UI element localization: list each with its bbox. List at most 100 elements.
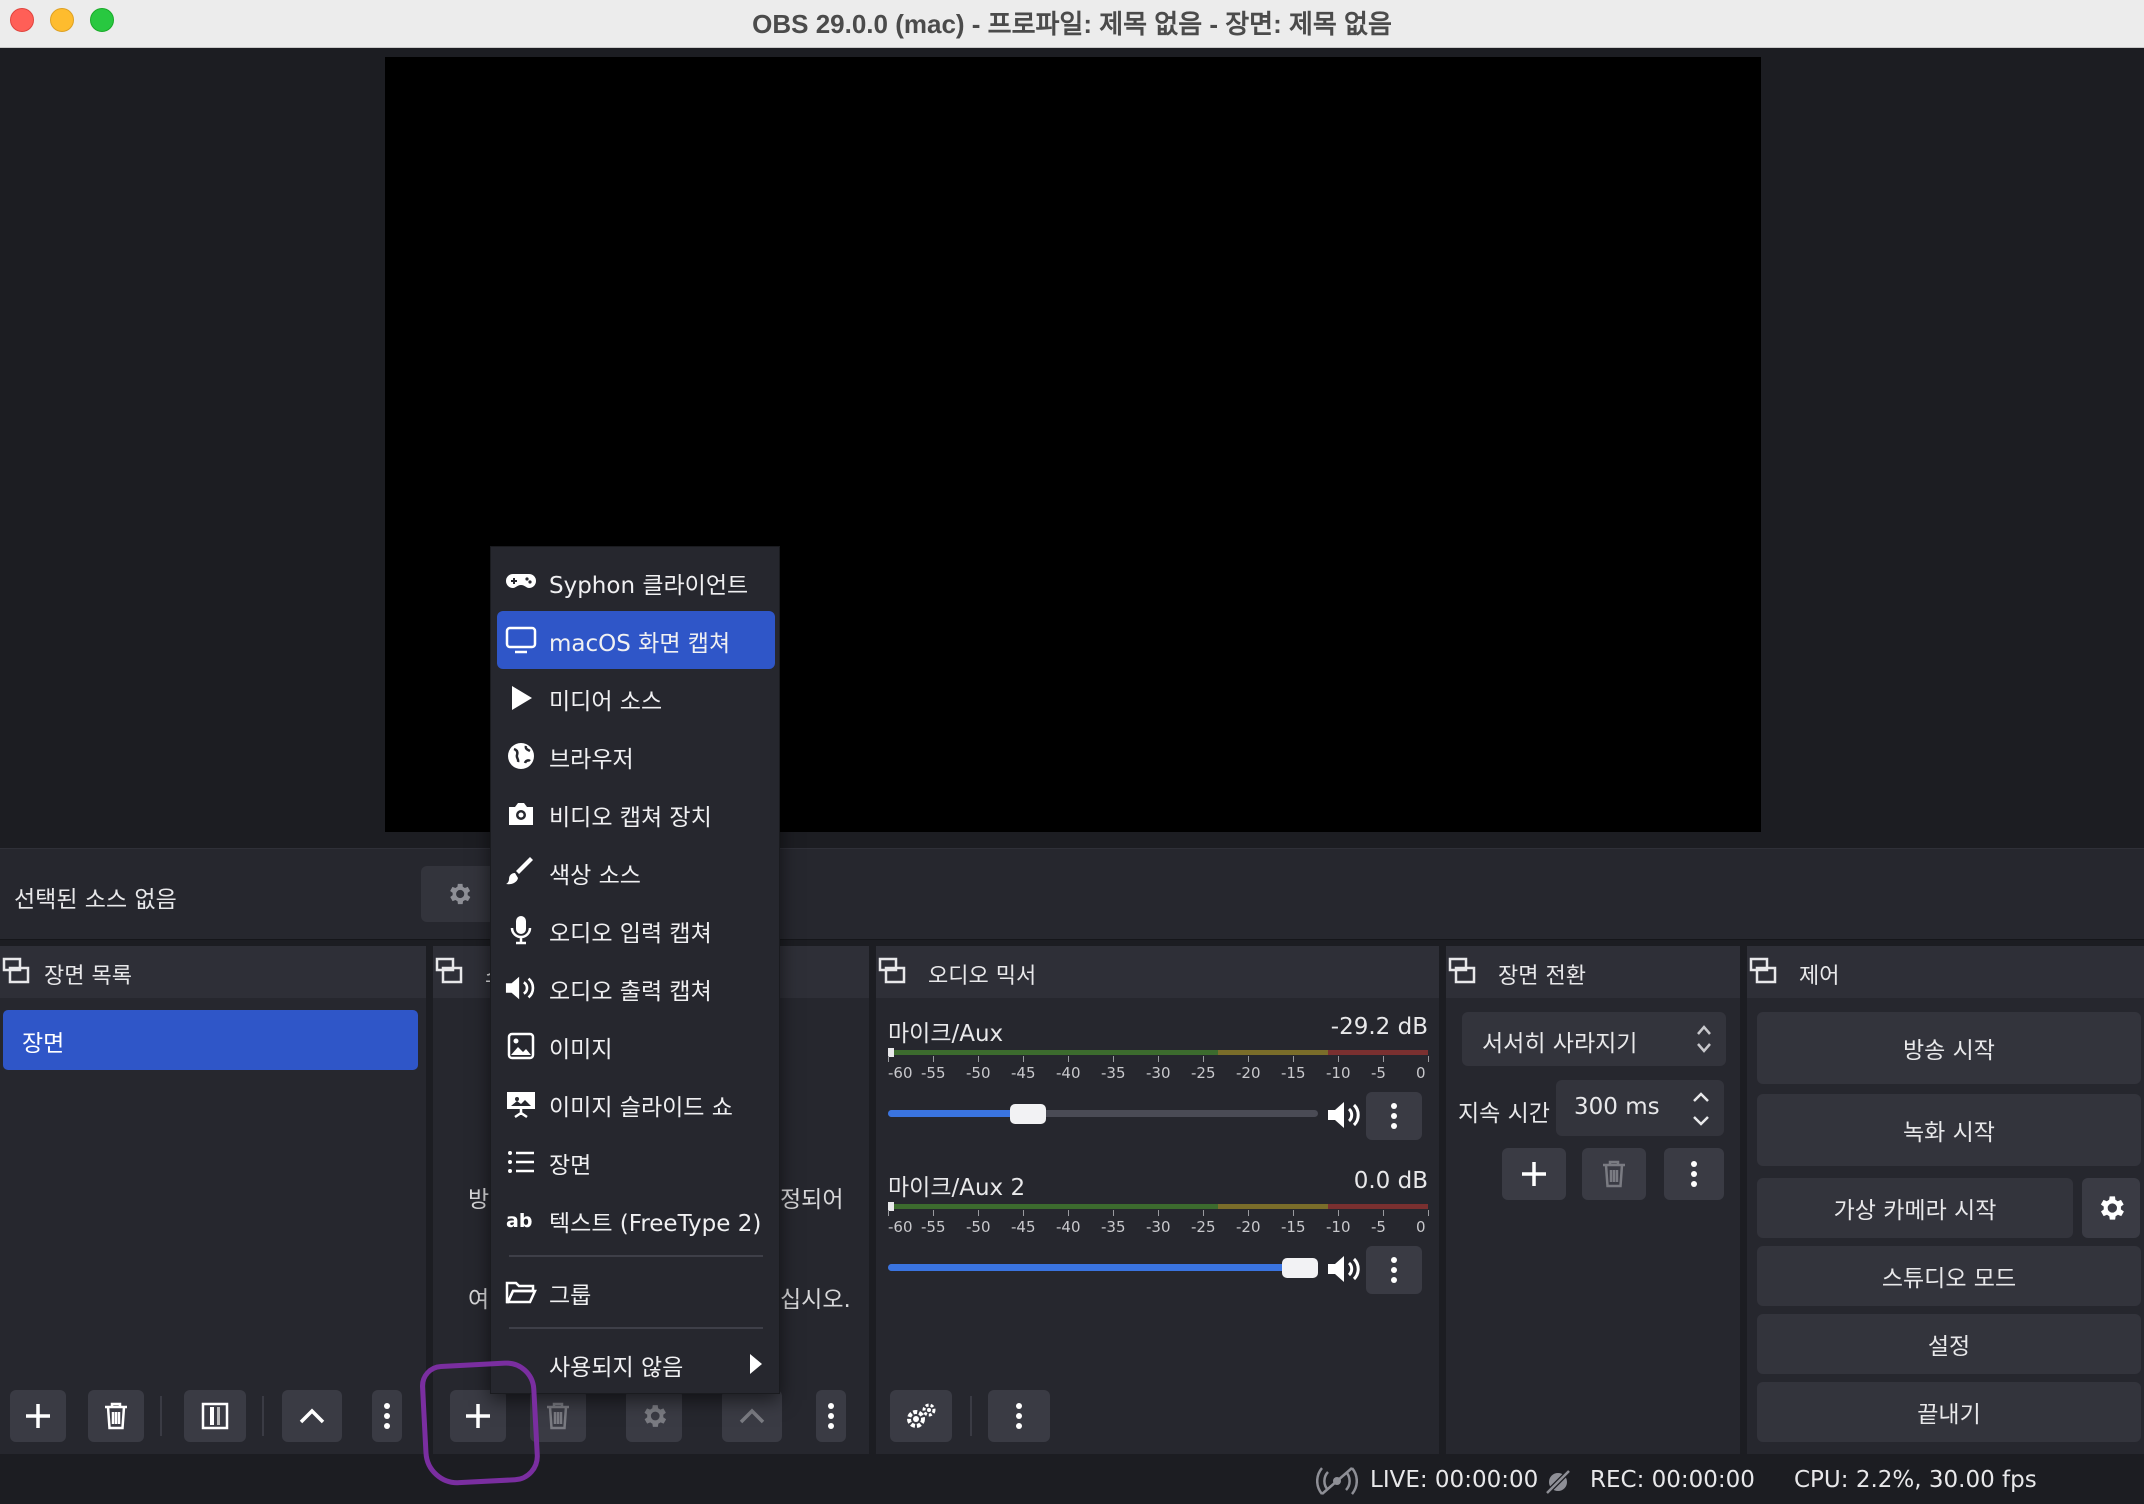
menu-item-video-capture-device[interactable]: 비디오 캡쳐 장치: [491, 785, 781, 843]
mixer-more-button[interactable]: [988, 1390, 1050, 1442]
annotation-highlight-circle: [418, 1359, 542, 1487]
menu-item-text-freetype2[interactable]: ab 텍스트 (FreeType 2): [491, 1191, 781, 1249]
more-vertical-icon: [1391, 1103, 1397, 1129]
menu-item-scene[interactable]: 장면: [491, 1133, 781, 1191]
settings-button[interactable]: 설정: [1757, 1314, 2141, 1374]
source-properties-button[interactable]: [421, 866, 501, 922]
menu-item-color-source[interactable]: 색상 소스: [491, 843, 781, 901]
dock-float-icon[interactable]: [878, 956, 906, 986]
meter-scale-tick: [978, 1210, 979, 1216]
menu-item-label: 그룹: [549, 1283, 592, 1309]
meter-scale-label: 0: [1416, 1218, 1426, 1236]
menu-item-label: 색상 소스: [549, 863, 641, 889]
menu-item-macos-screen-capture[interactable]: macOS 화면 캡쳐: [491, 611, 781, 669]
window-title: OBS 29.0.0 (mac) - 프로파일: 제목 없음 - 장면: 제목 …: [752, 9, 1392, 39]
stepper-icon[interactable]: [1690, 1088, 1712, 1130]
menu-item-image-slideshow[interactable]: 이미지 슬라이드 쇼: [491, 1075, 781, 1133]
meter-scale-tick: [1068, 1056, 1069, 1062]
menu-item-label: 장면: [549, 1153, 592, 1179]
meter-scale-tick: [1113, 1210, 1114, 1216]
menu-item-label: 오디오 출력 캡쳐: [549, 979, 712, 1005]
advanced-audio-properties-button[interactable]: [890, 1390, 952, 1442]
volume-meter-yellow: [1218, 1050, 1328, 1055]
gear-icon: [644, 1405, 667, 1427]
filter-icon: [201, 1402, 229, 1430]
scene-more-button[interactable]: [372, 1390, 402, 1442]
meter-scale-label: -45: [1011, 1064, 1036, 1082]
meter-scale-tick: [933, 1056, 934, 1062]
menu-item-group[interactable]: 그룹: [491, 1263, 781, 1321]
menu-item-audio-input-capture[interactable]: 오디오 입력 캡쳐: [491, 901, 781, 959]
transitions-dock-title: 장면 전환: [1498, 964, 1586, 989]
meter-scale-label: -5: [1371, 1064, 1386, 1082]
dock-float-icon[interactable]: [1448, 956, 1476, 986]
meter-scale-tick: [1428, 1056, 1429, 1062]
scenes-dock-title: 장면 목록: [44, 964, 132, 989]
mixer-channel-name: 마이크/Aux: [888, 1021, 1004, 1047]
plus-icon: [26, 1404, 50, 1428]
volume-slider-handle[interactable]: [1010, 1104, 1047, 1124]
dock-float-icon[interactable]: [2, 956, 30, 986]
remove-transition-button[interactable]: [1582, 1148, 1646, 1200]
dock-float-icon[interactable]: [435, 956, 463, 986]
transition-more-button[interactable]: [1664, 1148, 1724, 1200]
menu-item-label: Syphon 클라이언트: [549, 573, 749, 599]
controls-dock-header: 제어: [1747, 946, 2144, 998]
gamepad-icon: [506, 574, 536, 588]
meter-scale-tick: [1023, 1056, 1024, 1062]
sources-hint-fragment: 여: [468, 1287, 490, 1313]
menu-item-syphon-client[interactable]: Syphon 클라이언트: [491, 553, 781, 611]
source-more-button[interactable]: [816, 1390, 846, 1442]
recording-icon: [1545, 1469, 1571, 1495]
menu-item-image[interactable]: 이미지: [491, 1017, 781, 1075]
meter-scale-tick: [1293, 1056, 1294, 1062]
transitions-dock-header: 장면 전환: [1446, 946, 1740, 998]
sources-hint-fragment: 십시오.: [780, 1287, 851, 1313]
gear-icon: [450, 883, 471, 905]
add-scene-button[interactable]: [10, 1390, 66, 1442]
duration-label: 지속 시간: [1458, 1101, 1550, 1127]
toolbar-separator: [160, 1396, 162, 1436]
mixer-dock-header: 오디오 믹서: [876, 946, 1439, 998]
meter-scale-tick: [933, 1210, 934, 1216]
globe-icon: [508, 743, 534, 769]
trash-icon: [1603, 1160, 1625, 1188]
studio-mode-button[interactable]: 스튜디오 모드: [1757, 1246, 2141, 1306]
start-virtual-camera-button[interactable]: 가상 카메라 시작: [1757, 1178, 2073, 1238]
start-streaming-button[interactable]: 방송 시작: [1757, 1012, 2141, 1084]
volume-meter-green: [888, 1204, 1218, 1209]
meter-scale-label: -30: [1146, 1064, 1171, 1082]
meter-scale-tick: [1383, 1210, 1384, 1216]
virtual-camera-settings-button[interactable]: [2082, 1178, 2140, 1238]
channel-more-button[interactable]: [1366, 1092, 1422, 1140]
speaker-icon[interactable]: [1326, 1098, 1362, 1132]
menu-separator: [509, 1327, 763, 1329]
mixer-dock-title: 오디오 믹서: [928, 964, 1037, 989]
add-transition-button[interactable]: [1502, 1148, 1566, 1200]
speaker-icon[interactable]: [1326, 1252, 1362, 1286]
menu-item-audio-output-capture[interactable]: 오디오 출력 캡쳐: [491, 959, 781, 1017]
move-scene-up-button[interactable]: [282, 1390, 342, 1442]
menu-item-label: 이미지: [549, 1037, 613, 1063]
meter-scale-tick: [888, 1056, 889, 1062]
volume-slider-handle[interactable]: [1282, 1258, 1318, 1278]
start-recording-button[interactable]: 녹화 시작: [1757, 1094, 2141, 1166]
menu-item-media-source[interactable]: 미디어 소스: [491, 669, 781, 727]
dock-float-icon[interactable]: [1749, 956, 1777, 986]
menu-item-browser[interactable]: 브라우저: [491, 727, 781, 785]
speaker-icon: [505, 976, 535, 1000]
source-properties-toolbar-button[interactable]: [626, 1390, 682, 1442]
channel-more-button[interactable]: [1366, 1246, 1422, 1294]
scene-filters-button[interactable]: [184, 1390, 246, 1442]
list-icon: [508, 1151, 534, 1173]
transition-select-value: 서서히 사라지기: [1482, 1031, 1638, 1057]
move-source-up-button[interactable]: [722, 1390, 782, 1442]
microphone-icon: [510, 916, 532, 945]
toolbar-separator: [262, 1396, 264, 1436]
exit-button[interactable]: 끝내기: [1757, 1382, 2141, 1442]
meter-scale-label: -10: [1326, 1218, 1351, 1236]
remove-scene-button[interactable]: [88, 1390, 144, 1442]
volume-meter-red: [1328, 1050, 1428, 1055]
more-vertical-icon: [384, 1403, 390, 1429]
scene-list-item[interactable]: [3, 1010, 418, 1070]
